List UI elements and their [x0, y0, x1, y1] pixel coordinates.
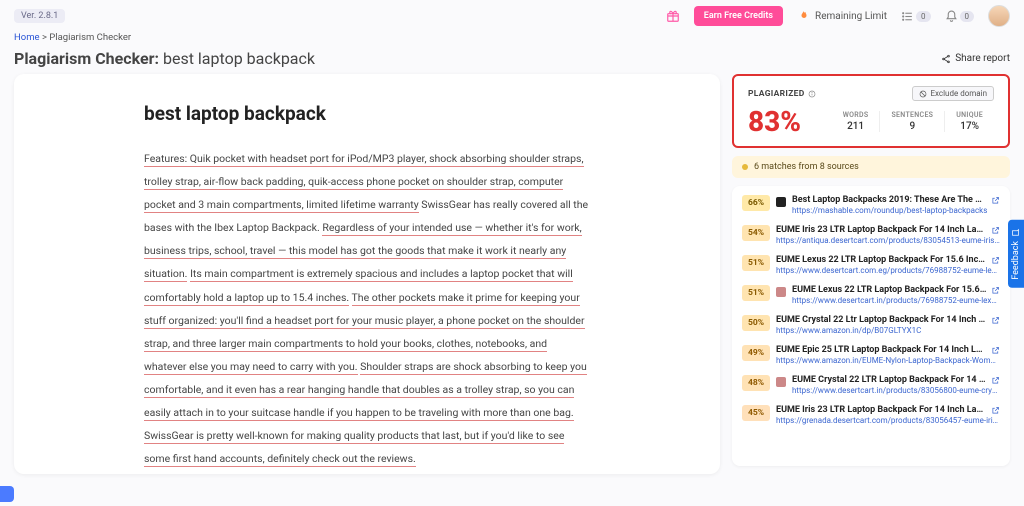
share-report-button[interactable]: Share report	[941, 53, 1010, 64]
external-link-icon[interactable]	[991, 346, 1000, 355]
share-label: Share report	[955, 53, 1010, 64]
content-heading: best laptop backpack	[144, 102, 590, 125]
match-percent-badge: 54%	[742, 225, 770, 241]
bell-icon	[945, 10, 958, 23]
external-link-icon[interactable]	[991, 376, 1000, 385]
plag-stat: UNIQUE17%	[944, 111, 994, 132]
plagiarism-summary: PLAGIARIZED Exclude domain 83% WORDS211S…	[732, 74, 1010, 148]
source-title: EUME Lexus 22 LTR Laptop Backpack For 15…	[792, 285, 987, 295]
source-title: EUME Lexus 22 LTR Laptop Backpack For 15…	[776, 255, 987, 265]
source-url[interactable]: https://antiqua.desertcart.com/products/…	[776, 236, 1000, 245]
gift-icon	[666, 9, 680, 23]
match-percent-badge: 50%	[742, 315, 770, 331]
corner-widget[interactable]	[0, 486, 14, 502]
source-title: EUME Iris 23 LTR Laptop Backpack For 14 …	[776, 225, 987, 235]
breadcrumb-home[interactable]: Home	[14, 32, 40, 43]
exclude-domain-button[interactable]: Exclude domain	[912, 86, 994, 101]
plag-label: PLAGIARIZED	[748, 89, 805, 99]
source-url[interactable]: https://grenada.desertcart.com/products/…	[776, 416, 1000, 425]
source-item[interactable]: 48% EUME Crystal 22 LTR Laptop Backpack F…	[740, 372, 1002, 398]
external-link-icon[interactable]	[991, 286, 1000, 295]
source-title: EUME Iris 23 LTR Laptop Backpack For 14 …	[776, 405, 987, 415]
ban-icon	[919, 90, 927, 98]
source-item[interactable]: 45% EUME Iris 23 LTR Laptop Backpack For …	[740, 402, 1002, 428]
source-url[interactable]: https://www.desertcart.in/products/76988…	[792, 296, 1000, 305]
feedback-label: Feedback	[1011, 241, 1021, 280]
notifications-button[interactable]: 0	[945, 10, 975, 23]
source-url[interactable]: https://www.desertcart.in/products/83056…	[792, 386, 1000, 395]
match-percent-badge: 49%	[742, 345, 770, 361]
match-percent-badge: 51%	[742, 255, 770, 271]
exclude-label: Exclude domain	[930, 89, 987, 98]
version-badge: Ver. 2.8.1	[14, 9, 65, 23]
source-url[interactable]: https://www.desertcart.com.eg/products/7…	[776, 266, 1000, 275]
dot-icon	[742, 164, 748, 170]
content-card: best laptop backpack Features: Quik pock…	[14, 74, 720, 474]
source-item[interactable]: 49% EUME Epic 25 LTR Laptop Backpack For …	[740, 342, 1002, 368]
plag-stat: SENTENCES9	[879, 111, 944, 132]
earn-credits-button[interactable]: Earn Free Credits	[694, 6, 783, 26]
match-percent-badge: 48%	[742, 375, 770, 391]
list-count: 0	[916, 11, 931, 22]
list-button[interactable]: 0	[901, 10, 931, 23]
external-link-icon[interactable]	[991, 256, 1000, 265]
match-percent-badge: 51%	[742, 285, 770, 301]
source-item[interactable]: 66% Best Laptop Backpacks 2019: These Are…	[740, 192, 1002, 218]
external-link-icon[interactable]	[991, 406, 1000, 415]
bell-count: 0	[960, 11, 975, 22]
page-title: Plagiarism Checker: best laptop backpack	[14, 49, 315, 68]
source-item[interactable]: 51% EUME Lexus 22 LTR Laptop Backpack For…	[740, 282, 1002, 308]
avatar[interactable]	[988, 5, 1010, 27]
remaining-limit[interactable]: Remaining Limit	[797, 10, 887, 22]
source-item[interactable]: 50% EUME Crystal 22 Ltr Laptop Backpack F…	[740, 312, 1002, 338]
favicon	[776, 197, 786, 207]
external-link-icon[interactable]	[991, 226, 1000, 235]
content-body: Features: Quik pocket with headset port …	[144, 147, 590, 470]
share-icon	[941, 54, 951, 64]
source-title: EUME Epic 25 LTR Laptop Backpack For 14 …	[776, 345, 987, 355]
breadcrumb-page: Plagiarism Checker	[49, 32, 131, 43]
source-title: Best Laptop Backpacks 2019: These Are Th…	[792, 195, 987, 205]
remaining-limit-label: Remaining Limit	[815, 11, 887, 22]
breadcrumb-sep: >	[42, 32, 47, 43]
favicon	[776, 377, 786, 387]
plag-stat: WORDS211	[832, 111, 880, 132]
source-title: EUME Crystal 22 Ltr Laptop Backpack For …	[776, 315, 987, 325]
matches-header-text: 6 matches from 8 sources	[754, 162, 859, 172]
match-percent-badge: 45%	[742, 405, 770, 421]
source-url[interactable]: https://www.amazon.in/EUME-Nylon-Laptop-…	[776, 356, 1000, 365]
matches-header: 6 matches from 8 sources	[732, 156, 1010, 178]
fire-icon	[797, 10, 809, 22]
source-item[interactable]: 51% EUME Lexus 22 LTR Laptop Backpack For…	[740, 252, 1002, 278]
chat-icon	[1012, 228, 1021, 237]
external-link-icon[interactable]	[991, 196, 1000, 205]
source-title: EUME Crystal 22 LTR Laptop Backpack For …	[792, 375, 987, 385]
sources-list: 66% Best Laptop Backpacks 2019: These Are…	[732, 186, 1010, 466]
list-icon	[901, 10, 914, 23]
favicon	[776, 287, 786, 297]
external-link-icon[interactable]	[991, 316, 1000, 325]
feedback-tab[interactable]: Feedback	[1008, 220, 1024, 288]
plag-percent: 83%	[748, 105, 832, 138]
breadcrumb: Home > Plagiarism Checker	[0, 28, 1024, 47]
info-icon[interactable]	[808, 90, 816, 98]
source-url[interactable]: https://mashable.com/roundup/best-laptop…	[792, 206, 1000, 215]
match-percent-badge: 66%	[742, 195, 770, 211]
source-item[interactable]: 54% EUME Iris 23 LTR Laptop Backpack For …	[740, 222, 1002, 248]
source-url[interactable]: https://www.amazon.in/dp/B07GLTYX1C	[776, 326, 1000, 335]
